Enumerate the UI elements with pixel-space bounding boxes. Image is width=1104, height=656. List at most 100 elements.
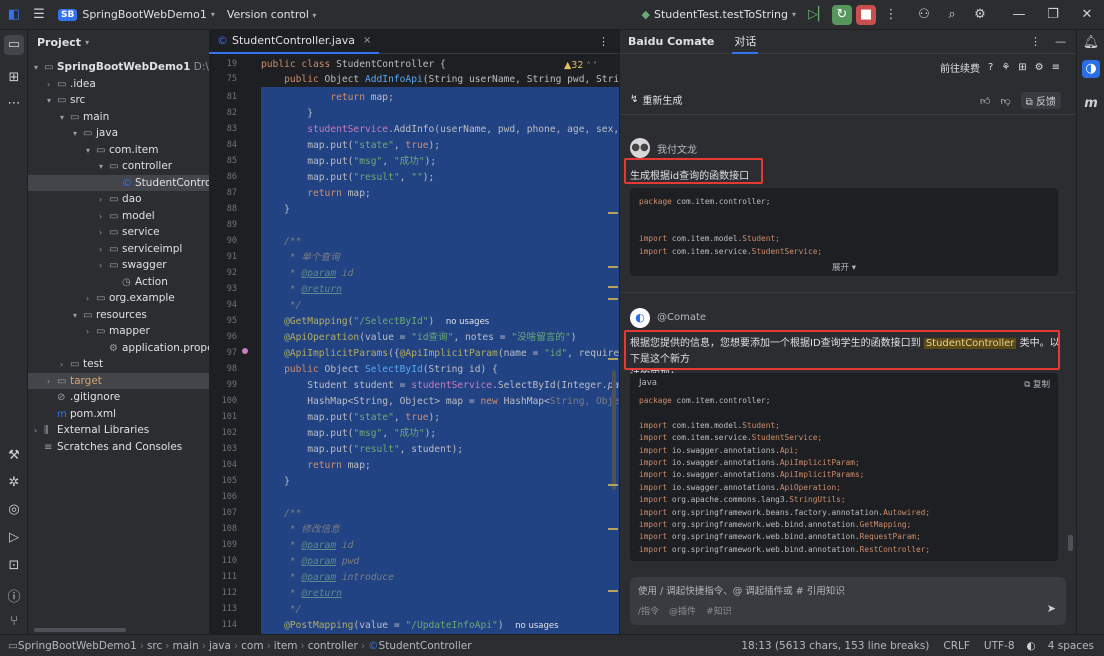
breadcrumb-item[interactable]: main — [173, 640, 199, 652]
breadcrumb-item[interactable]: SpringBootWebDemo1 — [18, 640, 137, 652]
warnings-indicator[interactable]: ▲32 ˄ ˅ — [564, 60, 597, 71]
tab-student-controller[interactable]: © StudentController.java × — [209, 30, 380, 54]
tree-expand-icon[interactable]: › — [99, 209, 109, 225]
help-icon[interactable]: ? — [988, 62, 993, 73]
close-icon[interactable]: ✕ — [1070, 7, 1104, 22]
restore-icon[interactable]: ❐ — [1036, 7, 1070, 22]
tree-item[interactable]: ▾ ▭ resources — [28, 307, 209, 323]
tree-expand-icon[interactable]: › — [99, 192, 109, 208]
tree-expand-icon[interactable]: › — [99, 258, 109, 274]
notifications-bell-icon[interactable]: 🔔︎ — [1077, 35, 1104, 50]
tree-item[interactable]: m pom.xml — [28, 406, 209, 422]
tree-expand-icon[interactable]: › — [99, 225, 109, 241]
tree-expand-icon[interactable]: › — [34, 423, 44, 439]
minimize-panel-icon[interactable]: — — [1055, 35, 1066, 48]
terminal-icon[interactable]: ⊡ — [0, 558, 28, 573]
tree-item[interactable]: ⊘ .gitignore — [28, 389, 209, 405]
settings-gear-icon[interactable]: ⚙ — [1035, 62, 1044, 73]
breadcrumb-item[interactable]: src — [147, 640, 162, 652]
tree-item[interactable]: ©StudentController — [28, 174, 209, 191]
history-icon[interactable]: ≡ — [1052, 62, 1060, 73]
more-icon[interactable]: ⋮ — [1030, 35, 1041, 48]
tree-item[interactable]: ▾ ▭ controller — [28, 158, 209, 174]
plugin-tool[interactable]: @插件 — [669, 604, 696, 617]
feedback-button[interactable]: ⧉ 反馈 — [1020, 92, 1061, 109]
cursor-position[interactable]: 18:13 (5613 chars, 153 line breaks) — [741, 640, 929, 652]
tree-expand-icon[interactable]: › — [99, 242, 109, 258]
tree-item[interactable]: ≡ Scratches and Consoles — [28, 439, 209, 455]
tree-item[interactable]: › ▭ swagger — [28, 257, 209, 273]
tree-item[interactable]: ⚙ application.properties — [28, 340, 209, 356]
breadcrumb-item[interactable]: StudentController — [379, 640, 472, 652]
breadcrumb-item[interactable]: controller — [308, 640, 358, 652]
tree-expand-icon[interactable]: › — [86, 291, 96, 307]
tree-expand-icon[interactable]: › — [86, 324, 96, 340]
structure-icon[interactable]: ⊞ — [0, 70, 28, 85]
services-icon[interactable]: ◎ — [0, 502, 28, 517]
tree-item[interactable]: › ▭ model — [28, 208, 209, 224]
tree-item[interactable]: › ▭ .idea — [28, 76, 209, 92]
copy-button[interactable]: ⧉ 复制 — [1024, 378, 1050, 390]
debug-icon[interactable]: ▷▏ — [806, 7, 830, 22]
line-separator[interactable]: CRLF — [943, 640, 970, 652]
file-encoding[interactable]: UTF-8 — [984, 640, 1015, 652]
bug-icon[interactable]: ✲ — [0, 475, 28, 490]
git-icon[interactable]: ⑂ — [0, 614, 28, 629]
comate-icon[interactable]: ◑ — [1082, 60, 1100, 78]
tree-item[interactable]: ◷ Action — [28, 274, 209, 290]
run-config-selector[interactable]: ◆ StudentTest.testToString ▾ — [642, 8, 796, 21]
chat-input[interactable]: 使用 / 调起快捷指令、@ 调起插件或 # 引用知识 /指令 @插件 #知识 ➤ — [630, 577, 1066, 625]
regenerate-button[interactable]: ↯ 重新生成 — [630, 92, 682, 107]
vertical-scrollbar[interactable] — [612, 370, 616, 490]
more-icon[interactable]: ⋮ — [598, 35, 609, 48]
tree-expand-icon[interactable]: ▾ — [34, 60, 44, 76]
thumbs-down-icon[interactable]: 👎︎ — [1000, 95, 1010, 107]
problems-icon[interactable]: ⓘ — [0, 586, 28, 605]
breadcrumb-item[interactable]: java — [209, 640, 231, 652]
tree-expand-icon[interactable]: › — [47, 77, 57, 93]
tree-expand-icon[interactable]: ▾ — [60, 110, 70, 126]
tree-item[interactable]: › ⫼ External Libraries — [28, 422, 209, 438]
tree-item[interactable]: › ▭ org.example — [28, 290, 209, 306]
add-user-icon[interactable]: ⚇ — [910, 7, 938, 22]
tree-item[interactable]: › ▭ test — [28, 356, 209, 372]
run-icon[interactable]: ▷ — [0, 530, 28, 545]
chat-scrollbar[interactable] — [1068, 535, 1073, 551]
search-icon[interactable]: ⌕ — [938, 7, 966, 22]
breadcrumb-item[interactable]: com — [241, 640, 263, 652]
indent-setting[interactable]: 4 spaces — [1048, 640, 1094, 652]
close-tab-icon[interactable]: × — [363, 35, 371, 46]
tree-item[interactable]: › ▭ serviceimpl — [28, 241, 209, 257]
command-tool[interactable]: /指令 — [638, 604, 659, 617]
main-menu-icon[interactable]: ☰ — [28, 7, 50, 22]
tree-item[interactable]: › ▭ service — [28, 224, 209, 240]
tree-item[interactable]: ▾ ▭ com.item — [28, 142, 209, 158]
maven-icon[interactable]: m — [1077, 96, 1104, 111]
layout-icon[interactable]: ⊞ — [1018, 62, 1026, 73]
tree-item[interactable]: › ▭ target — [28, 372, 209, 390]
tree-expand-icon[interactable]: ▾ — [73, 126, 83, 142]
tree-item[interactable]: › ▭ dao — [28, 191, 209, 207]
ai-status-icon[interactable]: ◐ — [1027, 640, 1036, 652]
tab-chat[interactable]: 对话 — [732, 30, 759, 54]
renew-link[interactable]: 前往续费 — [940, 60, 980, 75]
project-selector[interactable]: SB SpringBootWebDemo1 ▾ — [58, 8, 215, 21]
horizontal-scrollbar[interactable] — [34, 628, 126, 632]
gutter-bean-icon[interactable] — [242, 348, 248, 354]
plugin-icon[interactable]: ⚘ — [1001, 62, 1010, 73]
knowledge-tool[interactable]: #知识 — [706, 604, 732, 617]
minimize-icon[interactable]: — — [1002, 7, 1036, 22]
tree-expand-icon[interactable]: ▾ — [73, 308, 83, 324]
tree-expand-icon[interactable]: › — [47, 374, 57, 390]
tree-item[interactable]: ▾ ▭ java — [28, 125, 209, 141]
project-folder-icon[interactable]: ▭ — [4, 35, 24, 55]
rerun-icon[interactable]: ↻ — [832, 4, 852, 25]
version-control-selector[interactable]: Version control ▾ — [227, 8, 317, 21]
tree-expand-icon[interactable]: ▾ — [99, 159, 109, 175]
more-icon[interactable]: ⋮ — [880, 7, 902, 22]
tree-expand-icon[interactable]: › — [60, 357, 70, 373]
breadcrumb-item[interactable]: item — [274, 640, 298, 652]
expand-button[interactable]: 展开 ▾ — [832, 261, 856, 273]
tree-item[interactable]: ▾▭SpringBootWebDemo1 D:\save\sti — [28, 59, 209, 75]
project-panel-header[interactable]: Project ▾ — [28, 30, 209, 54]
